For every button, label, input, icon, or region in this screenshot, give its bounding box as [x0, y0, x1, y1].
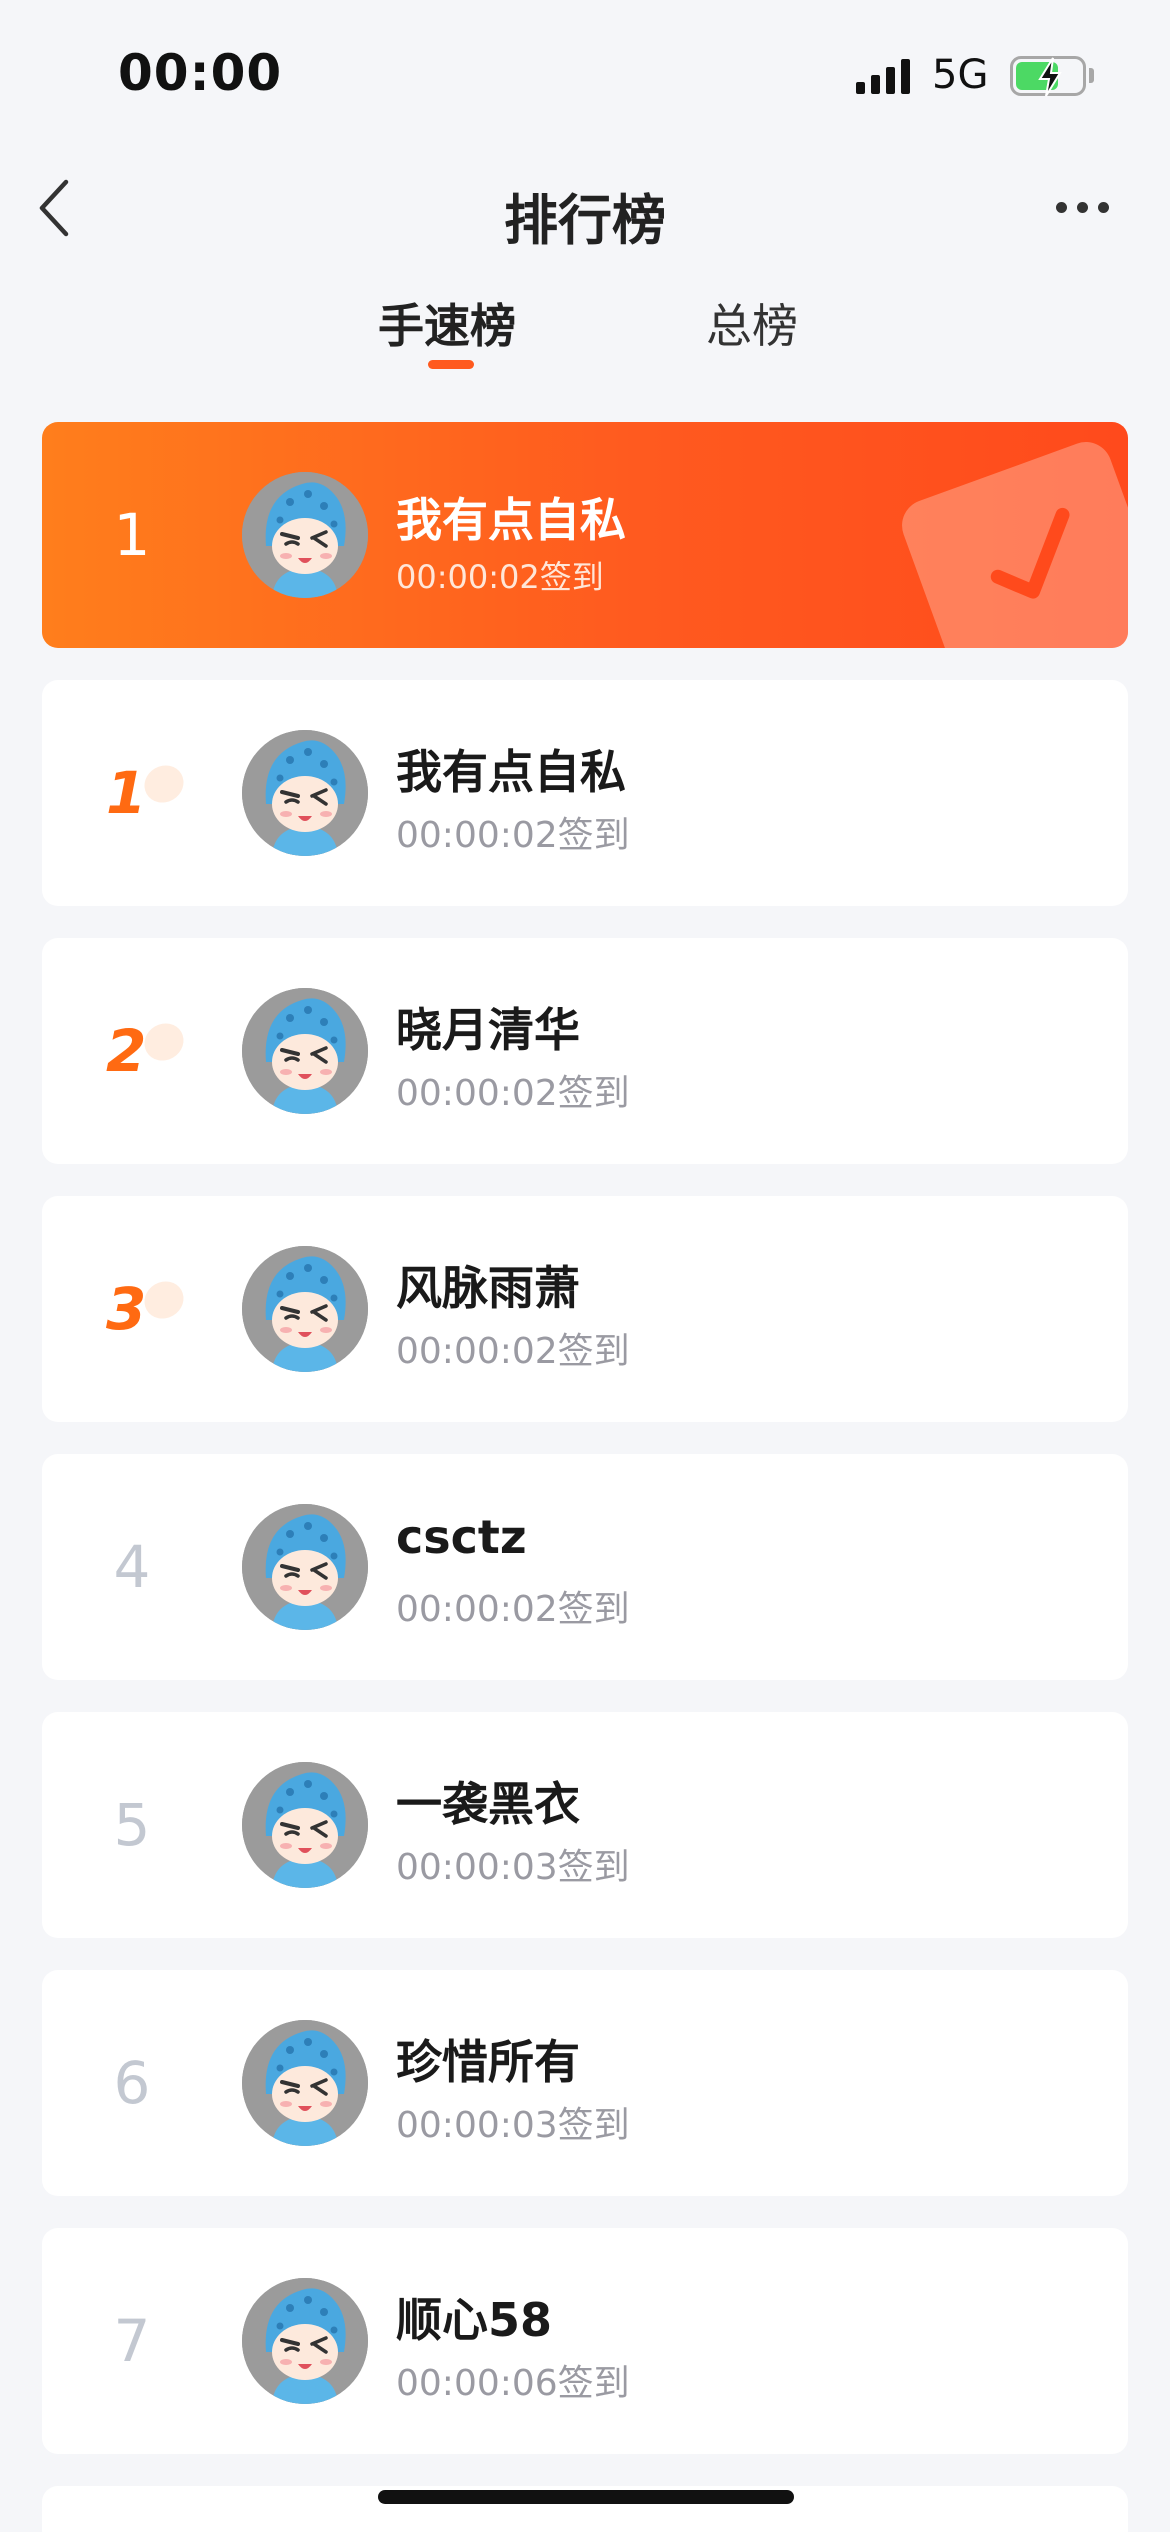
avatar [242, 730, 368, 856]
avatar [242, 1504, 368, 1630]
user-name: 珍惜所有 [396, 2035, 580, 2089]
screen: 00:00 5G 排行榜 手速榜 总榜 1 我有点自私 00:00:02签到 1… [0, 0, 1170, 2532]
user-name: 我有点自私 [396, 745, 626, 799]
network-label: 5G [932, 52, 989, 98]
home-indicator[interactable] [378, 2490, 794, 2504]
user-name: 我有点自私 [396, 493, 626, 547]
tab-overall[interactable]: 总榜 [706, 290, 798, 356]
tab-indicator [428, 360, 474, 369]
avatar [242, 1246, 368, 1372]
ranking-row[interactable]: 7 顺心58 00:00:06签到 [42, 2228, 1128, 2454]
user-name: 风脉雨萧 [396, 1261, 580, 1315]
signin-time: 00:00:03签到 [396, 2105, 630, 2146]
battery-cap [1089, 68, 1094, 83]
ranking-row[interactable]: 2 晓月清华 00:00:02签到 [42, 938, 1128, 1164]
rank-number: 2 [82, 938, 182, 1164]
avatar [242, 988, 368, 1114]
avatar [242, 1762, 368, 1888]
ranking-row[interactable]: 6 珍惜所有 00:00:03签到 [42, 1970, 1128, 2196]
rank-number: 1 [82, 680, 182, 906]
rank-number: 6 [113, 2049, 151, 2117]
signin-time: 00:00:02签到 [396, 1589, 630, 1630]
signin-time: 00:00:02签到 [396, 1073, 630, 1114]
check-badge-icon [894, 434, 1128, 648]
signal-icon [856, 58, 910, 94]
rank-number: 5 [113, 1791, 151, 1859]
signin-time: 00:00:02签到 [396, 815, 630, 856]
user-name: 顺心58 [396, 2293, 553, 2347]
avatar [242, 472, 368, 598]
rank-number: 4 [113, 1533, 151, 1601]
rank-number: 3 [82, 1196, 182, 1422]
user-name: csctz [396, 1510, 527, 1564]
ranking-row[interactable]: 3 风脉雨萧 00:00:02签到 [42, 1196, 1128, 1422]
ranking-row[interactable]: 1 我有点自私 00:00:02签到 [42, 680, 1128, 906]
avatar [242, 2278, 368, 2404]
signin-time: 00:00:02签到 [396, 558, 604, 596]
ranking-row[interactable]: 4 csctz 00:00:02签到 [42, 1454, 1128, 1680]
tab-speed[interactable]: 手速榜 [378, 290, 516, 356]
my-rank-card[interactable]: 1 我有点自私 00:00:02签到 [42, 422, 1128, 648]
status-time: 00:00 [118, 44, 283, 102]
user-name: 晓月清华 [396, 1003, 580, 1057]
user-name: 一袭黑衣 [396, 1777, 580, 1831]
signin-time: 00:00:06签到 [396, 2363, 630, 2404]
more-icon[interactable] [1056, 202, 1109, 213]
signin-time: 00:00:02签到 [396, 1331, 630, 1372]
rank-number: 1 [113, 501, 151, 569]
signin-time: 00:00:03签到 [396, 1847, 630, 1888]
ranking-row[interactable]: 5 一袭黑衣 00:00:03签到 [42, 1712, 1128, 1938]
avatar [242, 2020, 368, 2146]
battery-icon [1010, 56, 1086, 97]
page-title: 排行榜 [504, 189, 666, 252]
rank-number: 7 [113, 2307, 151, 2375]
